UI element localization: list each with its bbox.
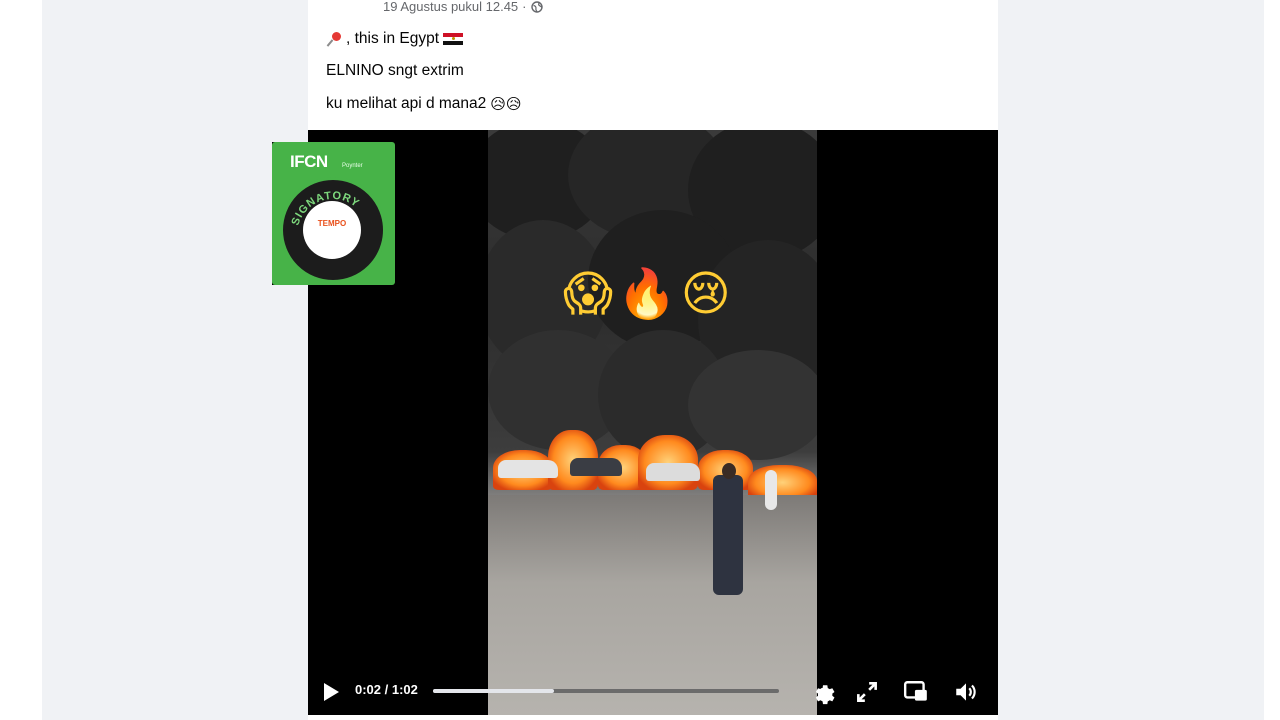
post-text-line-3: ku melihat api d mana2 😥😥: [326, 95, 522, 113]
video-frame: 😱🔥😢: [488, 130, 817, 715]
video-progress-bar[interactable]: [433, 689, 779, 693]
right-margin: [1264, 0, 1280, 720]
meta-separator: ·: [522, 0, 527, 14]
volume-icon[interactable]: [953, 679, 979, 705]
post-text: , this in Egypt: [346, 30, 440, 47]
play-icon[interactable]: [324, 683, 339, 701]
fullscreen-icon[interactable]: [854, 679, 880, 705]
post-text-line-1: , this in Egypt: [326, 30, 464, 48]
signatory-seal: SIGNATORY TEMPO: [280, 177, 386, 283]
post-text-line-2: ELNINO sngt extrim: [326, 62, 464, 80]
video-progress-fill: [433, 689, 555, 693]
post-meta: 19 Agustus pukul 12.45 ·: [383, 0, 543, 14]
settings-gear-icon[interactable]: [810, 679, 836, 705]
video-player[interactable]: 😱🔥😢 0:02 / 1:02: [308, 130, 998, 715]
picture-in-picture-icon[interactable]: [903, 679, 929, 705]
tempo-logo: TEMPO: [317, 219, 347, 228]
pushpin-icon: [326, 31, 342, 47]
post-timestamp[interactable]: 19 Agustus pukul 12.45: [383, 0, 518, 14]
seal-center: TEMPO: [303, 201, 361, 259]
ifcn-signatory-badge: IFCN Poynter SIGNATORY TEMPO: [272, 142, 395, 285]
post-text: ELNINO sngt extrim: [326, 62, 464, 79]
video-controls: 0:02 / 1:02: [308, 670, 998, 715]
video-time: 0:02 / 1:02: [355, 682, 418, 697]
egypt-flag-icon: [443, 32, 464, 46]
man-figure: [713, 475, 743, 595]
badge-title: IFCN: [290, 152, 328, 171]
overlay-emojis: 😱🔥😢: [563, 266, 735, 322]
sad-face-emoji: 😥😥: [490, 95, 522, 113]
badge-subtitle: Poynter: [342, 163, 363, 169]
feed-background-right: [998, 0, 1280, 720]
left-margin: [0, 0, 42, 720]
feed-background-left: [42, 0, 308, 720]
post-text: ku melihat api d mana2: [326, 95, 487, 112]
globe-icon[interactable]: [530, 0, 543, 13]
facebook-post-card: 19 Agustus pukul 12.45 · , this in Egypt…: [308, 0, 998, 720]
